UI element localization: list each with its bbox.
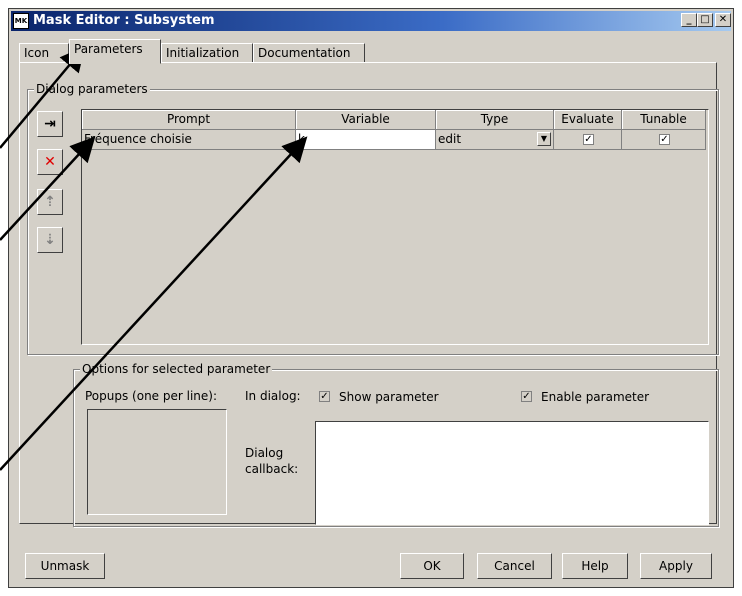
- in-dialog-label: In dialog:: [245, 389, 301, 403]
- minimize-button[interactable]: _: [681, 13, 697, 27]
- move-down-icon: ⇣: [44, 232, 56, 248]
- tab-documentation[interactable]: Documentation: [253, 43, 365, 63]
- maximize-button[interactable]: □: [697, 13, 713, 27]
- cell-prompt[interactable]: Fréquence choisie: [82, 130, 296, 150]
- delete-parameter-icon: ✕: [44, 154, 56, 170]
- mask-editor-window: MK Mask Editor : Subsystem _ □ ✕ Icon Pa…: [8, 8, 734, 588]
- title-bar[interactable]: MK Mask Editor : Subsystem _ □ ✕: [11, 11, 731, 31]
- dialog-callback-textarea[interactable]: [315, 421, 709, 525]
- type-select-value: edit: [438, 132, 462, 146]
- help-button[interactable]: Help: [562, 553, 628, 579]
- tunable-checkbox[interactable]: ✓: [659, 134, 670, 145]
- insert-parameter-icon: ⇥: [44, 116, 56, 132]
- close-button[interactable]: ✕: [715, 13, 731, 27]
- tab-initialization[interactable]: Initialization: [161, 43, 253, 63]
- popups-label: Popups (one per line):: [85, 389, 218, 403]
- options-group-label: Options for selected parameter: [80, 362, 273, 376]
- column-header-variable[interactable]: Variable: [296, 110, 436, 130]
- dialog-parameters-label: Dialog parameters: [34, 82, 150, 96]
- cell-tunable: ✓: [622, 130, 706, 150]
- insert-parameter-button[interactable]: ⇥: [37, 111, 63, 137]
- chevron-down-icon[interactable]: ▼: [537, 132, 551, 146]
- dialog-callback-label-2: callback:: [245, 462, 299, 476]
- column-header-tunable[interactable]: Tunable: [622, 110, 706, 130]
- cell-type-select[interactable]: edit ▼: [436, 130, 554, 150]
- column-header-evaluate[interactable]: Evaluate: [554, 110, 622, 130]
- tab-icon[interactable]: Icon: [19, 43, 69, 63]
- simulink-mask-icon: MK: [13, 13, 29, 29]
- cell-variable-input[interactable]: k: [296, 130, 436, 150]
- unmask-button[interactable]: Unmask: [25, 553, 105, 579]
- enable-parameter-label: Enable parameter: [541, 390, 650, 404]
- move-down-button[interactable]: ⇣: [37, 227, 63, 253]
- apply-button[interactable]: Apply: [640, 553, 712, 579]
- enable-parameter-checkbox[interactable]: ✓: [521, 391, 532, 402]
- parameters-table: Prompt Variable Type Evaluate Tunable Fr…: [81, 109, 709, 345]
- show-parameter-checkbox[interactable]: ✓: [319, 391, 330, 402]
- show-parameter-label: Show parameter: [339, 390, 439, 404]
- move-up-icon: ⇡: [44, 194, 56, 210]
- tab-parameters[interactable]: Parameters: [69, 39, 161, 64]
- evaluate-checkbox[interactable]: ✓: [583, 134, 594, 145]
- column-header-type[interactable]: Type: [436, 110, 554, 130]
- column-header-prompt[interactable]: Prompt: [82, 110, 296, 130]
- window-title: Mask Editor : Subsystem: [33, 13, 215, 28]
- cell-evaluate: ✓: [554, 130, 622, 150]
- ok-button[interactable]: OK: [400, 553, 464, 579]
- dialog-callback-label-1: Dialog: [245, 446, 284, 460]
- move-up-button[interactable]: ⇡: [37, 189, 63, 215]
- popups-textarea[interactable]: [87, 409, 227, 515]
- cancel-button[interactable]: Cancel: [477, 553, 552, 579]
- delete-parameter-button[interactable]: ✕: [37, 149, 63, 175]
